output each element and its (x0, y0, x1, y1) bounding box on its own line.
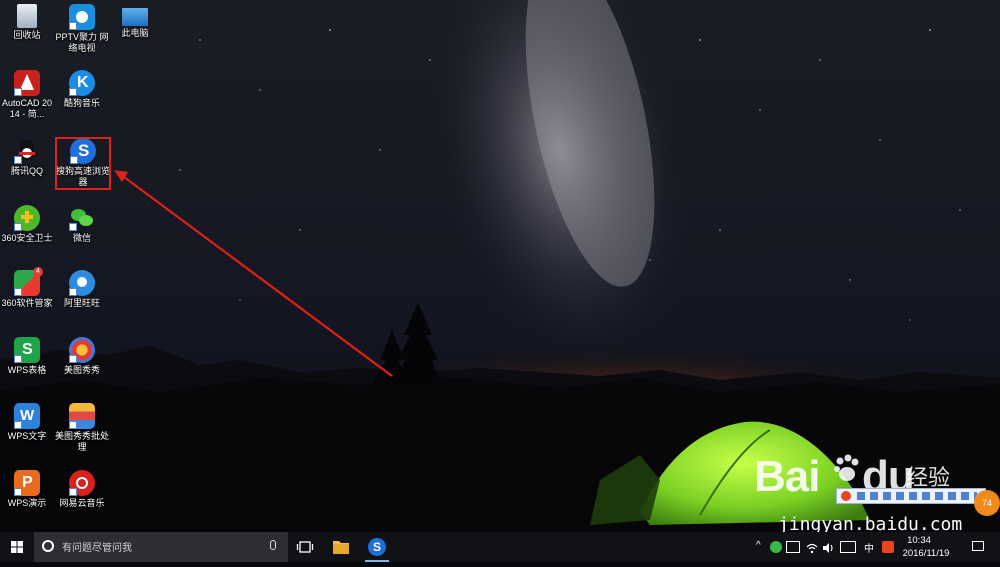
taskbar-app-sogou-browser[interactable]: S (359, 532, 395, 562)
task-view-icon (296, 541, 314, 553)
desktop-icon-aliwangwang[interactable]: 阿里旺旺 (55, 270, 109, 309)
volume-icon[interactable] (822, 541, 834, 553)
pptv-icon (69, 4, 95, 30)
icon-label: WPS演示 (7, 498, 47, 508)
shortcut-arrow-icon (14, 88, 22, 96)
desktop-icon-360-safe[interactable]: 360安全卫士 (0, 205, 54, 244)
shortcut-arrow-icon (69, 355, 77, 363)
icon-label: 回收站 (13, 30, 41, 40)
shortcut-arrow-icon (69, 488, 77, 496)
keyboard-icon[interactable] (840, 541, 856, 553)
watermark-logo: Bai (754, 452, 820, 501)
qq-icon (14, 138, 40, 164)
netease-music-icon (69, 470, 95, 496)
kugou-icon: K (69, 70, 95, 96)
cortana-search-box[interactable] (34, 532, 288, 562)
meitu-icon (69, 337, 95, 363)
icon-label: AutoCAD 2014 - 简... (1, 98, 53, 119)
taskbar: S ^ 中 10:34 2016/11/19 (0, 532, 1000, 562)
shortcut-arrow-icon (14, 421, 22, 429)
wechat-icon (69, 205, 95, 231)
desktop-icon-pptv[interactable]: PPTV聚力 网络电视 (55, 4, 109, 54)
windows-logo-icon (11, 541, 23, 553)
desktop-icon-wps-present[interactable]: P WPS演示 (0, 470, 54, 509)
shortcut-arrow-icon (69, 223, 77, 231)
desktop-icon-wechat[interactable]: 微信 (55, 205, 109, 244)
desktop-icon-netease-music[interactable]: 网易云音乐 (55, 470, 109, 509)
paw-icon (832, 454, 862, 484)
sogou-ime-icon (841, 491, 851, 501)
autocad-icon (14, 70, 40, 96)
ime-language-label[interactable]: 中 (864, 540, 874, 555)
ime-badge[interactable]: 74 (974, 490, 1000, 516)
this-pc-icon (122, 8, 148, 26)
icon-label: 腾讯QQ (10, 166, 43, 176)
desktop-icon-recycle-bin[interactable]: 回收站 (0, 4, 54, 41)
wifi-icon[interactable] (806, 541, 818, 554)
recycle-bin-icon (17, 4, 37, 28)
icon-label: 网易云音乐 (59, 498, 105, 508)
wps-writer-icon: W (14, 403, 40, 429)
sogou-browser-icon: S (368, 538, 386, 556)
search-input[interactable] (60, 539, 264, 557)
shortcut-arrow-icon (69, 288, 77, 296)
aliwangwang-icon (69, 270, 95, 296)
action-center-icon[interactable] (972, 541, 984, 551)
system-tray: ^ 中 10:34 2016/11/19 (750, 532, 1000, 562)
desktop-icon-meitu-batch[interactable]: 美图秀秀批处理 (55, 403, 109, 453)
clock-date[interactable]: 2016/11/19 (894, 548, 958, 559)
microphone-icon[interactable] (270, 540, 276, 550)
shortcut-arrow-icon (14, 156, 22, 164)
highlight-box (55, 137, 111, 190)
folder-icon (333, 541, 349, 554)
ime-toolbar-icons (857, 492, 977, 500)
wps-present-icon: P (14, 470, 40, 496)
icon-label: 此电脑 (121, 28, 149, 38)
360-tray-icon[interactable] (770, 541, 782, 553)
desktop-icon-360-software[interactable]: 4 360软件管家 (0, 267, 54, 309)
wps-sheet-icon: S (14, 337, 40, 363)
icon-label: 360软件管家 (1, 298, 53, 308)
icon-label: 美图秀秀 (63, 365, 100, 375)
icon-label: PPTV聚力 网络电视 (55, 32, 109, 53)
desktop-icon-kugou[interactable]: K 酷狗音乐 (55, 70, 109, 109)
clock-time[interactable]: 10:34 (894, 535, 944, 546)
desktop-icon-meitu[interactable]: 美图秀秀 (55, 337, 109, 376)
desktop-icon-qq[interactable]: 腾讯QQ (0, 138, 54, 177)
icon-label: 微信 (72, 233, 91, 243)
shortcut-arrow-icon (69, 88, 77, 96)
shortcut-arrow-icon (14, 488, 22, 496)
tray-overflow-chevron[interactable]: ^ (756, 540, 761, 551)
desktop-icon-wps-sheet[interactable]: S WPS表格 (0, 337, 54, 376)
icon-label: 酷狗音乐 (63, 98, 100, 108)
shortcut-arrow-icon (14, 355, 22, 363)
shortcut-arrow-icon (14, 223, 22, 231)
icon-label: 美图秀秀批处理 (55, 431, 110, 452)
desktop-icon-this-pc[interactable]: 此电脑 (108, 4, 162, 39)
shortcut-arrow-icon (69, 22, 77, 30)
start-button[interactable] (0, 532, 34, 562)
shortcut-arrow-icon (14, 288, 22, 296)
taskbar-app-file-explorer[interactable] (323, 532, 359, 562)
desktop-icon-wps-writer[interactable]: W WPS文字 (0, 403, 54, 442)
meitu-batch-icon (69, 403, 95, 429)
icon-label: WPS文字 (7, 431, 47, 441)
ime-toolbar[interactable] (836, 488, 986, 504)
icon-label: 360安全卫士 (1, 233, 53, 243)
battery-icon[interactable] (786, 541, 800, 553)
icon-label: WPS表格 (7, 365, 47, 375)
360-software-icon: 4 (14, 267, 43, 296)
cortana-icon (42, 540, 54, 552)
task-view-button[interactable] (296, 540, 314, 554)
desktop-icon-autocad[interactable]: AutoCAD 2014 - 简... (0, 70, 54, 120)
sogou-ime-icon[interactable] (882, 541, 894, 553)
shortcut-arrow-icon (69, 421, 77, 429)
360-safe-icon (14, 205, 40, 231)
icon-label: 阿里旺旺 (63, 298, 100, 308)
